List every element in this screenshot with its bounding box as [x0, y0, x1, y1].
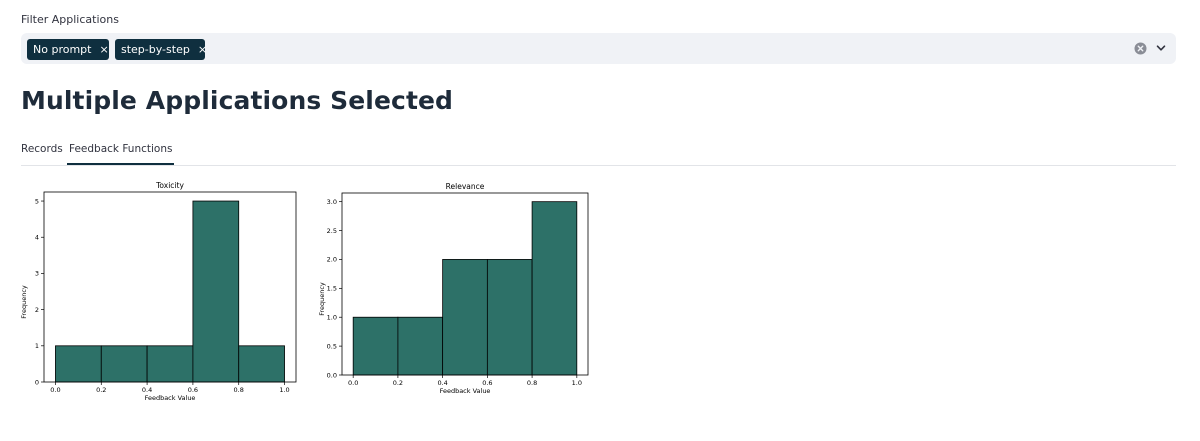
- x-tick-label: 1.0: [279, 386, 289, 394]
- y-axis-label: Frequency: [20, 285, 28, 319]
- chip-remove-icon[interactable]: ×: [99, 44, 108, 55]
- chip-step-by-step: step-by-step ×: [115, 39, 207, 60]
- x-tick-label: 0.8: [234, 386, 244, 394]
- histogram-bar: [352, 316, 399, 376]
- y-tick-label: 0.5: [327, 342, 337, 350]
- chip-no-prompt: No prompt ×: [27, 39, 109, 60]
- x-tick-label: 0.2: [96, 386, 106, 394]
- histogram-bar: [192, 200, 240, 383]
- y-tick-label: 1.5: [327, 285, 337, 293]
- chip-label: step-by-step: [121, 43, 190, 56]
- application-multiselect[interactable]: No prompt × step-by-step ×: [21, 33, 1176, 64]
- x-tick-label: 1.0: [572, 379, 582, 387]
- y-tick-label: 0.0: [327, 371, 337, 379]
- tab-bar: Records Feedback Functions: [21, 137, 1176, 166]
- histogram-bar: [55, 345, 102, 383]
- y-tick-label: 2.5: [327, 227, 337, 235]
- y-tick-label: 5: [35, 197, 39, 205]
- x-tick-label: 0.4: [142, 386, 152, 394]
- x-axis-label: Feedback Value: [440, 387, 491, 395]
- histogram-bar: [486, 259, 533, 376]
- filter-label: Filter Applications: [21, 13, 119, 26]
- clear-circle-icon[interactable]: [1134, 42, 1147, 55]
- y-tick-label: 4: [35, 234, 39, 242]
- y-axis-label: Frequency: [318, 282, 326, 316]
- y-tick-label: 3: [35, 270, 39, 278]
- chart-title: Toxicity: [155, 181, 184, 190]
- histogram-bar: [238, 345, 285, 383]
- x-tick-label: 0.0: [50, 386, 60, 394]
- feedback-histograms: 0.0 0.2 0.4 0.6 0.8 1.0 0 1 2 3 4 5 Toxicity Feedback…: [20, 181, 589, 402]
- histogram-bar: [146, 345, 194, 383]
- x-axis-label: Feedback Value: [145, 394, 196, 402]
- y-tick-label: 1.0: [327, 314, 337, 322]
- chevron-down-icon[interactable]: [1155, 42, 1167, 54]
- x-tick-label: 0.4: [437, 379, 447, 387]
- chip-label: No prompt: [33, 43, 92, 56]
- histogram-bar: [397, 316, 444, 376]
- page-title: Multiple Applications Selected: [21, 86, 454, 115]
- histogram-bar: [100, 345, 148, 383]
- histogram-bar: [442, 259, 488, 376]
- x-tick-label: 0.6: [482, 379, 492, 387]
- y-tick-label: 2.0: [327, 256, 337, 264]
- chip-remove-icon[interactable]: ×: [198, 44, 207, 55]
- x-tick-label: 0.6: [188, 386, 198, 394]
- y-tick-label: 1: [35, 342, 39, 350]
- histogram-bar: [531, 201, 578, 376]
- x-tick-label: 0.2: [393, 379, 403, 387]
- tab-feedback-functions[interactable]: Feedback Functions: [66, 143, 175, 165]
- chart-title: Relevance: [446, 182, 485, 191]
- y-tick-label: 0: [35, 378, 39, 386]
- y-tick-label: 3.0: [327, 198, 337, 206]
- tab-records[interactable]: Records: [21, 143, 63, 155]
- x-tick-label: 0.8: [527, 379, 537, 387]
- y-tick-label: 2: [35, 306, 39, 314]
- x-tick-label: 0.0: [348, 379, 358, 387]
